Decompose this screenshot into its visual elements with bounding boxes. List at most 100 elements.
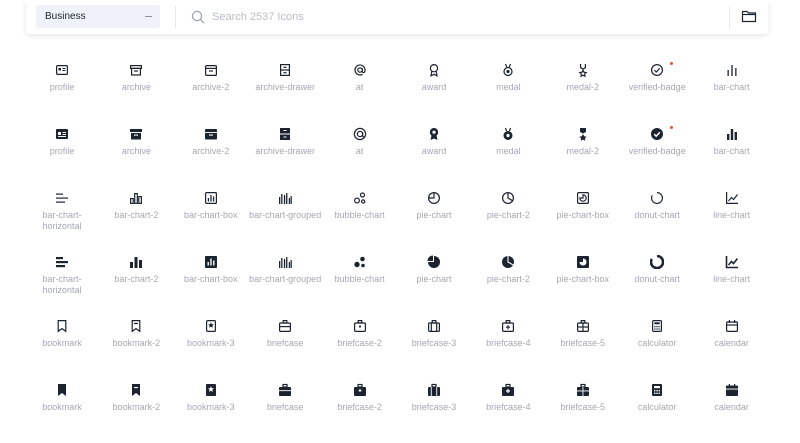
icon-tile-calculator[interactable]: calculator bbox=[620, 319, 694, 349]
icon-tile-archive[interactable]: archive bbox=[99, 127, 173, 157]
icon-tile-calendar[interactable]: calendar bbox=[695, 383, 769, 413]
icon-tile-archive-drawer[interactable]: archive-drawer bbox=[248, 127, 322, 157]
icon-tile-briefcase-2[interactable]: briefcase-2 bbox=[323, 383, 397, 413]
icon-tile-bar-chart-horizontal[interactable]: bar-chart-horizontal bbox=[25, 191, 99, 232]
icon-tile-medal-2[interactable]: medal-2 bbox=[546, 63, 620, 93]
icon-tile-at[interactable]: at bbox=[323, 127, 397, 157]
archive-drawer-icon bbox=[278, 127, 292, 141]
icon-tile-pie-chart-box[interactable]: pie-chart-box bbox=[546, 255, 620, 285]
icon-label: profile bbox=[49, 146, 75, 156]
icon-tile-briefcase-3[interactable]: briefcase-3 bbox=[397, 319, 471, 349]
icon-tile-bar-chart-box[interactable]: bar-chart-box bbox=[174, 191, 248, 221]
icon-tile-bookmark[interactable]: bookmark bbox=[25, 319, 99, 349]
icon-tile-briefcase-4[interactable]: briefcase-4 bbox=[471, 383, 545, 413]
icon-label: archive-2 bbox=[192, 82, 230, 92]
icon-tile-bookmark-2[interactable]: bookmark-2 bbox=[99, 319, 173, 349]
icon-tile-bookmark-3[interactable]: bookmark-3 bbox=[174, 319, 248, 349]
calculator-icon bbox=[650, 383, 664, 397]
icon-label: calendar bbox=[714, 402, 749, 412]
icon-tile-archive-2[interactable]: archive-2 bbox=[174, 127, 248, 157]
icon-tile-briefcase-5[interactable]: briefcase-5 bbox=[546, 319, 620, 349]
icon-tile-line-chart[interactable]: line-chart bbox=[695, 191, 769, 221]
icon-tile-briefcase-4[interactable]: briefcase-4 bbox=[471, 319, 545, 349]
icon-tile-bubble-chart[interactable]: bubble-chart bbox=[323, 255, 397, 285]
icon-tile-bar-chart-grouped[interactable]: bar-chart-grouped bbox=[248, 191, 322, 221]
icon-label: briefcase-2 bbox=[337, 338, 382, 348]
icon-tile-bar-chart-grouped[interactable]: bar-chart-grouped bbox=[248, 255, 322, 285]
icon-tile-briefcase-2[interactable]: briefcase-2 bbox=[323, 319, 397, 349]
icon-tile-verified-badge[interactable]: verified-badge bbox=[620, 126, 694, 157]
icon-tile-verified-badge[interactable]: verified-badge bbox=[620, 62, 694, 93]
icon-tile-medal[interactable]: medal bbox=[471, 63, 545, 93]
icon-tile-briefcase-3[interactable]: briefcase-3 bbox=[397, 383, 471, 413]
search-input[interactable] bbox=[212, 7, 732, 27]
icon-tile-profile[interactable]: profile bbox=[25, 127, 99, 157]
icon-tile-pie-chart[interactable]: pie-chart bbox=[397, 255, 471, 285]
icon-label: bookmark-2 bbox=[112, 338, 161, 348]
category-select[interactable]: Business bbox=[36, 5, 160, 28]
profile-icon bbox=[55, 63, 69, 77]
icon-label: briefcase bbox=[266, 338, 304, 348]
icon-tile-award[interactable]: award bbox=[397, 63, 471, 93]
notification-dot bbox=[670, 126, 674, 129]
icon-tile-pie-chart-2[interactable]: pie-chart-2 bbox=[471, 191, 545, 221]
archive-icon bbox=[129, 127, 143, 141]
icon-tile-archive[interactable]: archive bbox=[99, 63, 173, 93]
award-icon bbox=[427, 127, 441, 141]
bar-chart-2-icon bbox=[129, 255, 143, 269]
icon-tile-calculator[interactable]: calculator bbox=[620, 383, 694, 413]
icon-tile-pie-chart-2[interactable]: pie-chart-2 bbox=[471, 255, 545, 285]
icon-label: verified-badge bbox=[628, 146, 686, 156]
icon-tile-briefcase-5[interactable]: briefcase-5 bbox=[546, 383, 620, 413]
icon-tile-profile[interactable]: profile bbox=[25, 63, 99, 93]
at-icon bbox=[353, 63, 367, 77]
icon-tile-line-chart[interactable]: line-chart bbox=[695, 255, 769, 285]
icon-tile-pie-chart-box[interactable]: pie-chart-box bbox=[546, 191, 620, 221]
verified-badge-icon bbox=[650, 127, 664, 141]
category-select-value: Business bbox=[45, 11, 86, 22]
briefcase-icon bbox=[278, 383, 292, 397]
briefcase-3-icon bbox=[427, 319, 441, 333]
icon-label: medal bbox=[496, 82, 521, 92]
folder-icon[interactable] bbox=[741, 8, 757, 24]
icon-label: bookmark-3 bbox=[187, 402, 235, 412]
divider bbox=[175, 6, 176, 28]
icon-tile-briefcase[interactable]: briefcase bbox=[248, 383, 322, 413]
icon-tile-medal[interactable]: medal bbox=[471, 127, 545, 157]
verified-badge-icon bbox=[650, 63, 664, 77]
icon-tile-calendar[interactable]: calendar bbox=[695, 319, 769, 349]
icon-tile-bar-chart-2[interactable]: bar-chart-2 bbox=[99, 255, 173, 285]
icon-tile-archive-2[interactable]: archive-2 bbox=[174, 63, 248, 93]
icon-tile-award[interactable]: award bbox=[397, 127, 471, 157]
icon-label: award bbox=[421, 146, 447, 156]
icon-tile-bar-chart[interactable]: bar-chart bbox=[695, 63, 769, 93]
pie-chart-2-icon bbox=[501, 255, 515, 269]
icon-tile-bar-chart-2[interactable]: bar-chart-2 bbox=[99, 191, 173, 221]
icon-tile-briefcase[interactable]: briefcase bbox=[248, 319, 322, 349]
icon-label: donut-chart bbox=[634, 274, 680, 284]
icon-tile-at[interactable]: at bbox=[323, 63, 397, 93]
line-chart-icon bbox=[725, 191, 739, 205]
icon-tile-bubble-chart[interactable]: bubble-chart bbox=[323, 191, 397, 221]
icon-label: pie-chart-box bbox=[556, 274, 610, 284]
icon-tile-bar-chart-horizontal[interactable]: bar-chart-horizontal bbox=[25, 255, 99, 296]
icon-tile-archive-drawer[interactable]: archive-drawer bbox=[248, 63, 322, 93]
icon-label: line-chart bbox=[713, 210, 751, 220]
icon-label: archive-drawer bbox=[255, 146, 315, 156]
icon-tile-donut-chart[interactable]: donut-chart bbox=[620, 191, 694, 221]
icon-tile-bookmark[interactable]: bookmark bbox=[25, 383, 99, 413]
icon-tile-pie-chart[interactable]: pie-chart bbox=[397, 191, 471, 221]
medal-icon bbox=[501, 63, 515, 77]
icon-tile-donut-chart[interactable]: donut-chart bbox=[620, 254, 694, 285]
icon-tile-bookmark-3[interactable]: bookmark-3 bbox=[174, 383, 248, 413]
icon-tile-medal-2[interactable]: medal-2 bbox=[546, 127, 620, 157]
icon-label: verified-badge bbox=[628, 82, 686, 92]
divider bbox=[729, 6, 730, 28]
icon-label: pie-chart bbox=[416, 210, 452, 220]
icon-tile-bookmark-2[interactable]: bookmark-2 bbox=[99, 383, 173, 413]
icon-tile-bar-chart[interactable]: bar-chart bbox=[695, 127, 769, 157]
icon-label: bubble-chart bbox=[334, 210, 385, 220]
icon-tile-bar-chart-box[interactable]: bar-chart-box bbox=[174, 255, 248, 285]
briefcase-5-icon bbox=[576, 383, 590, 397]
icon-label: pie-chart-2 bbox=[486, 274, 530, 284]
